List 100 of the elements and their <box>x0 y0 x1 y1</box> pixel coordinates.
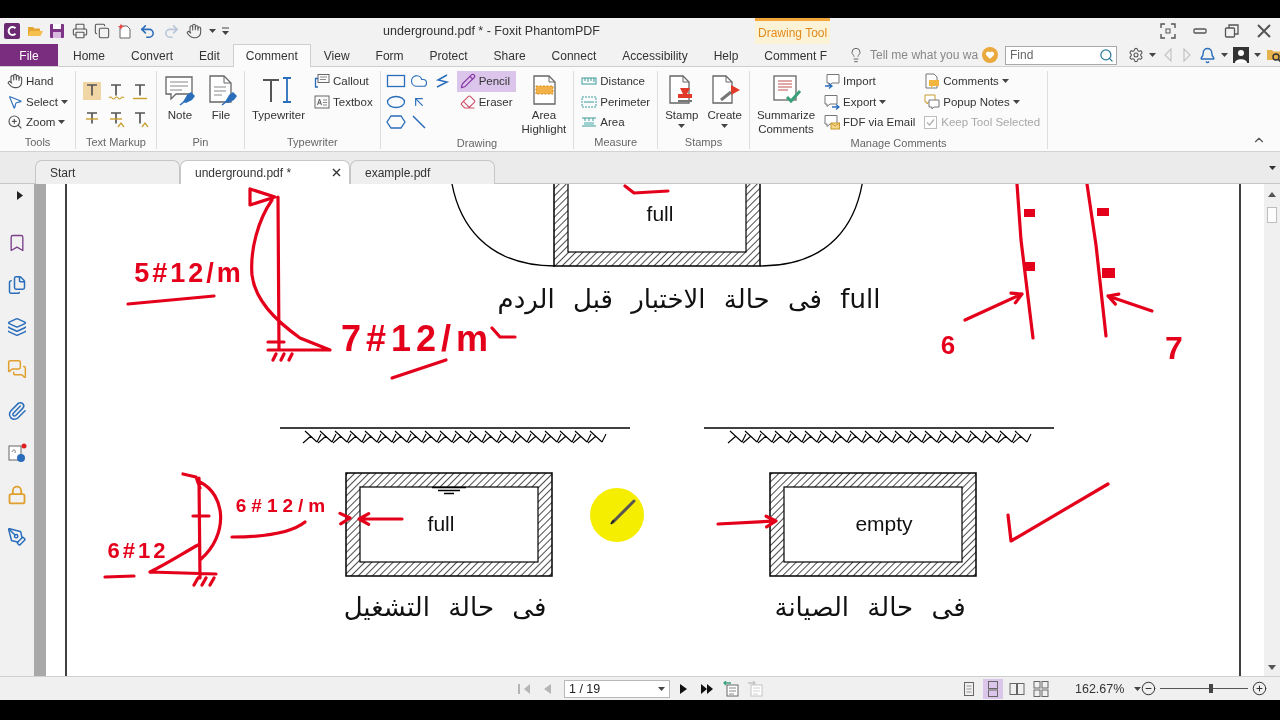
ink-annotation: 7 <box>1165 329 1183 367</box>
tool-button[interactable]: Note <box>160 71 199 122</box>
ribbon-tab[interactable]: Home <box>60 44 118 66</box>
close-tab-icon[interactable] <box>332 168 341 177</box>
ellipse-icon <box>386 93 407 110</box>
textbox-icon <box>314 93 330 110</box>
water-level-icon <box>431 486 467 495</box>
document-tab[interactable]: underground.pdf * <box>180 160 350 184</box>
close-icon[interactable] <box>1256 23 1272 39</box>
undo-icon[interactable] <box>139 22 156 40</box>
app-logo-icon[interactable] <box>4 23 20 39</box>
tool-button[interactable]: Eraser <box>456 91 516 112</box>
ribbon-tab[interactable]: Protect <box>416 44 481 66</box>
save-icon[interactable] <box>49 23 65 39</box>
tool-button[interactable]: Distance <box>578 71 654 92</box>
document-tab[interactable]: Start <box>35 160 180 184</box>
ribbon-tab[interactable]: View <box>310 44 363 66</box>
search-icon[interactable] <box>1099 47 1115 63</box>
ribbon-tab[interactable]: Help <box>700 44 752 66</box>
ribbon-tab[interactable]: Form <box>362 44 417 66</box>
restore-icon[interactable] <box>1224 23 1240 39</box>
perimeter-icon <box>581 93 598 110</box>
touch-hand-icon[interactable] <box>186 23 202 39</box>
scroll-down-icon[interactable] <box>1268 665 1276 670</box>
ribbon-tab[interactable]: Comment <box>232 44 311 67</box>
avatar-icon[interactable] <box>1233 47 1250 63</box>
caret-icon <box>1254 53 1262 57</box>
group-label: Stamps <box>683 135 724 149</box>
tool-button[interactable]: Stamp <box>662 71 702 128</box>
ink-arrow <box>357 512 404 526</box>
group-label: Drawing <box>455 136 499 150</box>
check-icon <box>926 117 936 127</box>
zoom-dropdown[interactable]: 162.67% <box>1075 681 1142 696</box>
ink-arrow <box>716 514 778 529</box>
tool-button[interactable]: Summarize Comments <box>753 71 819 136</box>
tool-button[interactable]: Create <box>704 71 745 128</box>
tool-button[interactable]: Area <box>578 112 654 133</box>
pages-icon[interactable] <box>7 275 27 295</box>
printer-icon[interactable] <box>71 23 88 39</box>
find-field[interactable]: Find <box>1005 45 1118 65</box>
signature-icon[interactable] <box>7 443 27 463</box>
tool-button[interactable]: File <box>201 71 240 122</box>
tool-button[interactable]: Pencil <box>456 71 516 92</box>
ribbon-tab[interactable]: Accessibility <box>609 44 701 66</box>
customize-icon[interactable] <box>222 26 229 36</box>
document-tab[interactable]: example.pdf <box>350 160 495 184</box>
ink-annotation: 6#12 <box>107 538 169 564</box>
tool-button[interactable]: Textbox <box>311 91 376 112</box>
underline-icon <box>130 82 149 100</box>
previous-view-icon[interactable] <box>723 680 739 697</box>
hand-icon <box>7 73 23 90</box>
zoom-in-icon[interactable] <box>1252 681 1268 696</box>
tool-button[interactable]: Typewriter <box>248 71 308 122</box>
tool-button[interactable]: Callout <box>311 71 376 92</box>
bell-icon[interactable] <box>1199 46 1217 64</box>
expand-panel-icon[interactable] <box>17 190 23 200</box>
tool-button[interactable]: Perimeter <box>578 91 654 112</box>
rectangle-icon <box>386 73 407 90</box>
note-pin-icon <box>163 74 196 106</box>
fullscreen-icon[interactable] <box>1160 23 1176 39</box>
settings-icon[interactable] <box>1128 47 1145 63</box>
ribbon-tab[interactable]: Convert <box>118 44 187 66</box>
pen-icon[interactable] <box>7 527 27 547</box>
slider-thumb[interactable] <box>1209 684 1214 693</box>
tool-button[interactable]: Export <box>821 91 919 112</box>
ink-stroke <box>623 184 670 195</box>
ribbon-tab[interactable]: Connect <box>538 44 610 66</box>
view-mode-button[interactable] <box>983 678 1003 699</box>
window-title: underground.pdf * - Foxit PhantomPDF <box>382 24 601 38</box>
page-field[interactable]: 1 / 19 <box>564 679 670 698</box>
tool-button[interactable]: FDF via Email <box>821 112 919 133</box>
tool-button[interactable]: Zoom <box>4 112 71 133</box>
ribbon-tab[interactable]: Comment F <box>751 44 841 66</box>
check-mark-icon <box>1006 482 1110 543</box>
tool-button[interactable]: Import <box>821 71 919 92</box>
layers-icon[interactable] <box>7 317 27 337</box>
ink-underline <box>103 574 136 579</box>
documents-icon[interactable] <box>94 23 110 39</box>
tool-button[interactable]: Hand <box>4 71 71 92</box>
ribbon-tab[interactable]: Share <box>480 44 539 66</box>
context-tab-title: Drawing Tool <box>755 18 831 44</box>
ink-annotation: 6#12/m <box>235 495 331 517</box>
tell-me-field[interactable]: Tell me what you wa <box>870 48 983 62</box>
new-document-icon[interactable] <box>116 23 133 39</box>
zoom-out-icon[interactable] <box>1141 681 1157 696</box>
ribbon-tab[interactable]: Edit <box>186 44 233 66</box>
scrollbar-thumb[interactable] <box>1267 207 1277 223</box>
file-tab[interactable]: File <box>0 44 58 66</box>
tool-button[interactable]: Area Highlight <box>518 71 570 136</box>
scroll-up-icon[interactable] <box>1268 192 1276 197</box>
export-icon <box>824 93 841 110</box>
continuous-facing-icon <box>1033 680 1049 697</box>
folder-search-icon[interactable] <box>1266 47 1280 63</box>
diagram-caption: full فى حالة الاختبار قبل الردم <box>497 285 881 315</box>
tool-button[interactable]: Comments <box>921 71 1044 92</box>
tool-button[interactable]: Select <box>4 91 71 112</box>
view-mode-button[interactable] <box>1031 678 1051 699</box>
caret-icon <box>658 686 665 691</box>
tool-button[interactable]: Popup Notes <box>921 91 1044 112</box>
paperclip-icon[interactable] <box>7 401 27 421</box>
